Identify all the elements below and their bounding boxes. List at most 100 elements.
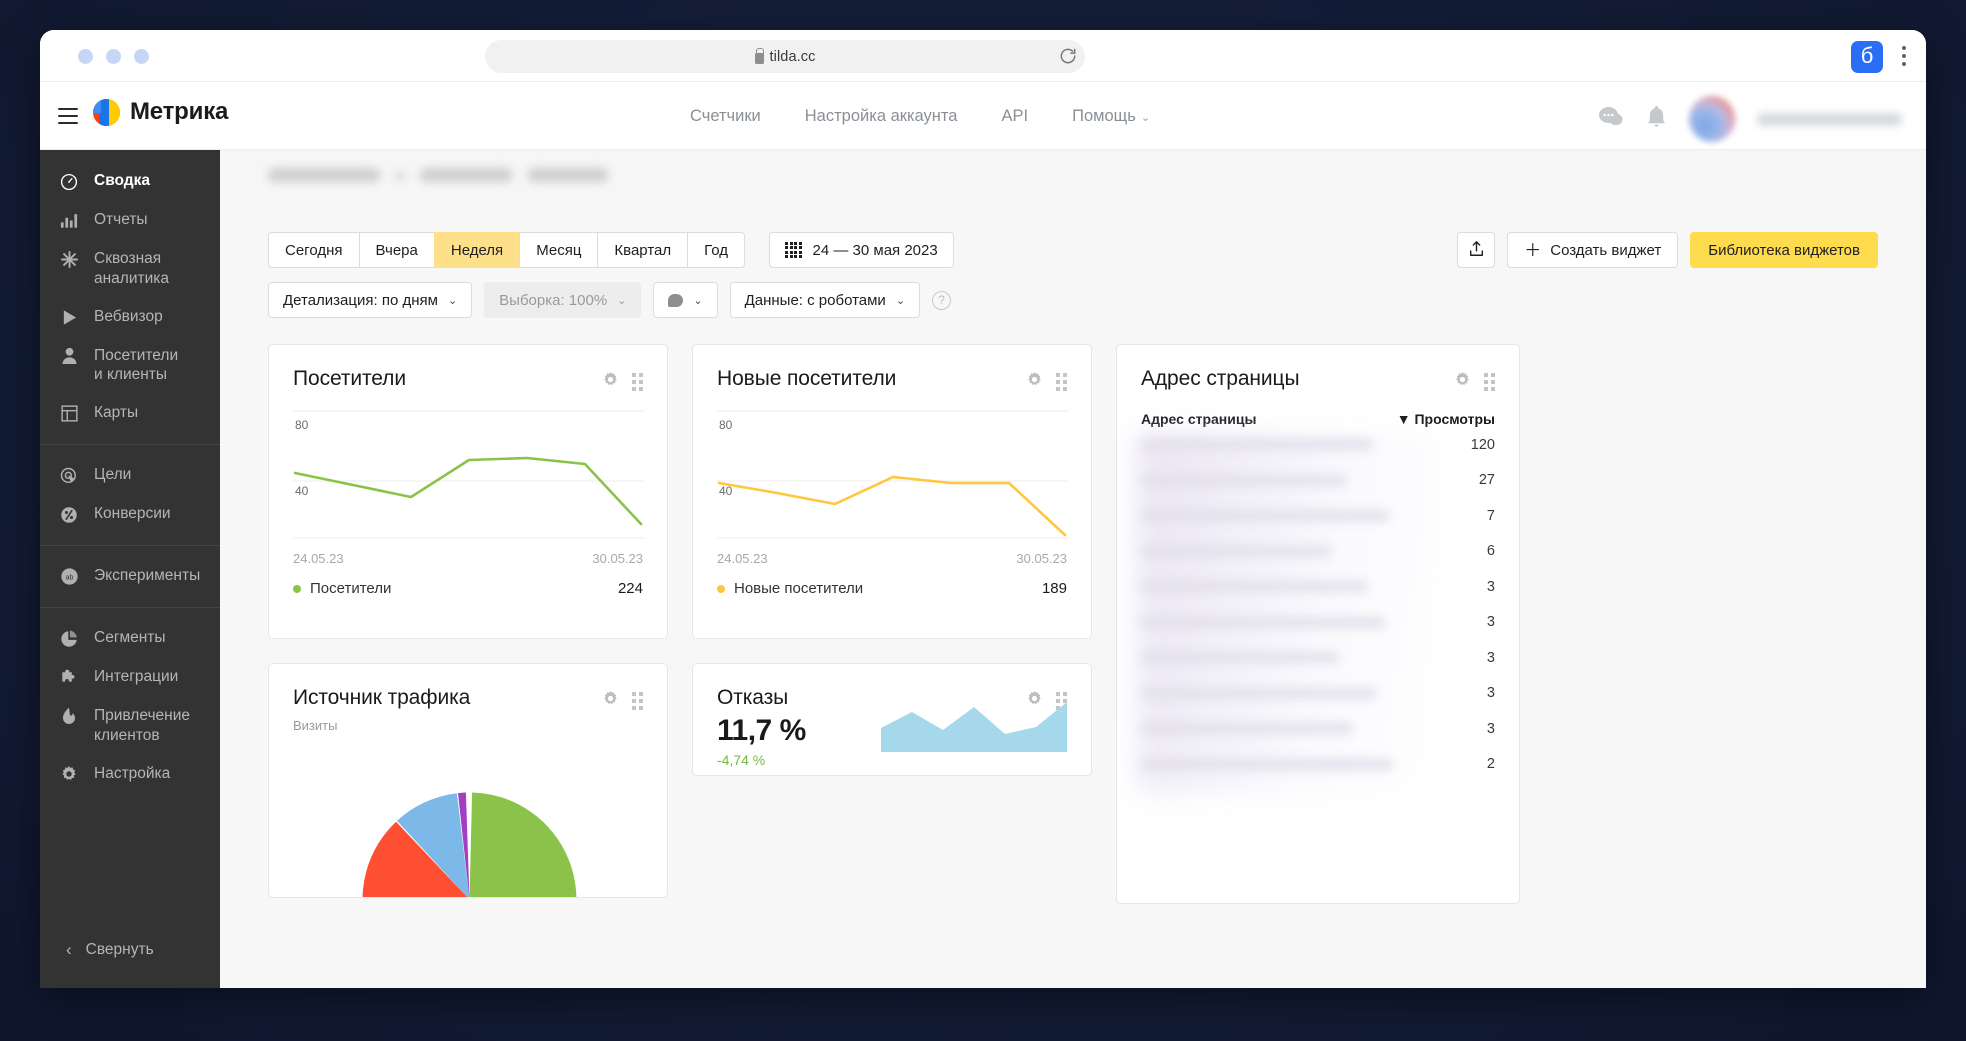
desktop-backdrop: tilda.cc б Метрика Счетчики Настройка ак… [0,0,1966,1041]
chart-axis-dates: 24.05.23 30.05.23 [269,547,667,566]
question-circle-icon[interactable]: ? [932,290,952,310]
breadcrumb-separator-icon [396,170,404,180]
table-column-url[interactable]: Адрес страницы [1141,411,1256,427]
grid-dots-icon[interactable] [1484,373,1495,391]
nav-item-api[interactable]: API [1001,107,1028,126]
sidebar-item-visitors-and-clients[interactable]: Посетители и клиенты [40,337,220,395]
sidebar-item-conversions[interactable]: Конверсии [40,495,220,534]
sidebar-collapse-button[interactable]: ‹ Свернуть [40,940,220,960]
chart-svg [362,792,577,897]
sidebar-item-customer-acquisition[interactable]: Привлечение клиентов [40,697,220,755]
period-quarter[interactable]: Квартал [597,232,688,268]
table-cell-views: 3 [1486,685,1495,702]
nav-item-help[interactable]: Помощь ⌄ [1072,107,1150,126]
nav-item-account-settings[interactable]: Настройка аккаунта [805,107,958,126]
sidebar-item-goals[interactable]: Цели [40,456,220,495]
window-controls[interactable] [78,49,149,64]
sampling-dropdown[interactable]: Выборка: 100% ⌄ [484,282,642,318]
table-row[interactable]: 2 [1141,747,1495,783]
chevron-down-icon: ⌄ [693,294,703,307]
minimize-window-button[interactable] [106,49,121,64]
sidebar-item-webvisor[interactable]: Вебвизор [40,298,220,337]
app-logo[interactable]: Метрика [93,98,228,126]
sidebar-item-maps[interactable]: Карты [40,394,220,433]
period-yesterday[interactable]: Вчера [358,232,434,268]
table-row[interactable]: 3 [1141,640,1495,676]
sidebar-item-label: Эксперименты [94,567,201,585]
widget-page-address: Адрес страницы Адрес страницы ▼ Просмотр… [1116,344,1520,904]
create-widget-button[interactable]: ＋ Создать виджет [1507,232,1679,268]
play-icon [58,307,80,328]
detail-level-dropdown[interactable]: Детализация: по дням ⌄ [268,282,473,318]
period-selector[interactable]: Сегодня Вчера Неделя Месяц Квартал Год [268,232,746,268]
sidebar-item-integrations[interactable]: Интеграции [40,658,220,697]
table-row[interactable]: 3 [1141,711,1495,747]
nav-item-counters[interactable]: Счетчики [690,107,761,126]
close-window-button[interactable] [78,49,93,64]
maximize-window-button[interactable] [134,49,149,64]
snowflake-icon [58,249,80,270]
comment-filter-dropdown[interactable]: ⌄ [653,282,718,318]
table-row[interactable]: 7 [1141,498,1495,534]
toolbar-row-filters: Детализация: по дням ⌄ Выборка: 100% ⌄ ⌄ [268,282,1878,318]
export-button[interactable] [1457,232,1496,268]
dashboard-toolbar: Сегодня Вчера Неделя Месяц Квартал Год 2… [220,206,1926,318]
gear-icon[interactable] [1026,371,1043,393]
data-source-dropdown[interactable]: Данные: с роботами ⌄ [729,282,921,318]
main-content: Сегодня Вчера Неделя Месяц Квартал Год 2… [220,150,1926,988]
hamburger-icon[interactable] [58,108,78,129]
date-range-picker[interactable]: 24 — 30 мая 2023 [769,232,954,268]
period-today[interactable]: Сегодня [268,232,359,268]
widget-library-button[interactable]: Библиотека виджетов [1690,232,1878,268]
sidebar-item-reports[interactable]: Отчеты [40,201,220,240]
sidebar-item-experiments[interactable]: ab Эксперименты [40,557,220,596]
breadcrumb-item[interactable] [420,168,512,182]
sidebar-item-settings[interactable]: Настройка [40,755,220,794]
period-month[interactable]: Месяц [519,232,598,268]
breadcrumb-item[interactable] [268,168,380,182]
chart-axis-dates: 24.05.23 30.05.23 [693,547,1091,566]
widget-column-1: Посетители 80 40 24.05.23 30.05.23 Посет… [268,344,668,898]
table-cell-url [1141,758,1393,770]
address-bar-url: tilda.cc [769,48,816,65]
gear-icon[interactable] [602,690,619,712]
date-range-label: 24 — 30 мая 2023 [812,241,938,259]
browser-extension-button[interactable]: б [1851,41,1883,73]
period-year[interactable]: Год [687,232,746,268]
table-row[interactable]: 27 [1141,463,1495,499]
grid-dots-icon[interactable] [632,373,643,391]
sidebar-item-segments[interactable]: Сегменты [40,619,220,658]
chat-bubbles-icon[interactable] [1598,105,1624,134]
pie-chart-traffic-source [362,792,577,897]
sidebar-item-summary[interactable]: Сводка [40,162,220,201]
table-column-views[interactable]: ▼ Просмотры [1397,411,1495,427]
nav-label: Помощь [1072,107,1136,125]
grid-dots-icon[interactable] [632,692,643,710]
table-cell-url [1141,687,1377,699]
top-navigation: Счетчики Настройка аккаунта API Помощь ⌄ [690,107,1150,126]
table-row[interactable]: 3 [1141,569,1495,605]
gear-icon[interactable] [602,371,619,393]
nav-label: Счетчики [690,107,761,125]
breadcrumb-item[interactable] [528,168,608,182]
table-row[interactable]: 120 [1141,427,1495,463]
reload-icon[interactable] [1058,46,1078,66]
table-row[interactable]: 3 [1141,605,1495,641]
sidebar-item-end-to-end-analytics[interactable]: Сквозная аналитика [40,240,220,298]
sidebar: Сводка Отчеты Сквозная аналитика Вебвизо… [40,150,220,988]
table-row[interactable]: 6 [1141,534,1495,570]
avatar[interactable] [1689,96,1735,142]
widget-header: Источник трафика [269,664,667,712]
grid-dots-icon[interactable] [1056,373,1067,391]
kebab-menu-icon[interactable] [1902,46,1906,70]
table-row[interactable]: 3 [1141,676,1495,712]
sidebar-group-goals: Цели Конверсии [40,456,220,534]
period-week[interactable]: Неделя [433,232,520,268]
bell-icon[interactable] [1646,105,1667,134]
gear-icon[interactable] [1454,371,1471,393]
breadcrumb[interactable] [268,168,608,182]
address-bar[interactable]: tilda.cc [485,40,1085,73]
table-cell-views: 7 [1486,507,1495,524]
widget-bounces: Отказы 11,7 % -4,74 % [692,663,1092,776]
svg-text:40: 40 [295,484,309,498]
